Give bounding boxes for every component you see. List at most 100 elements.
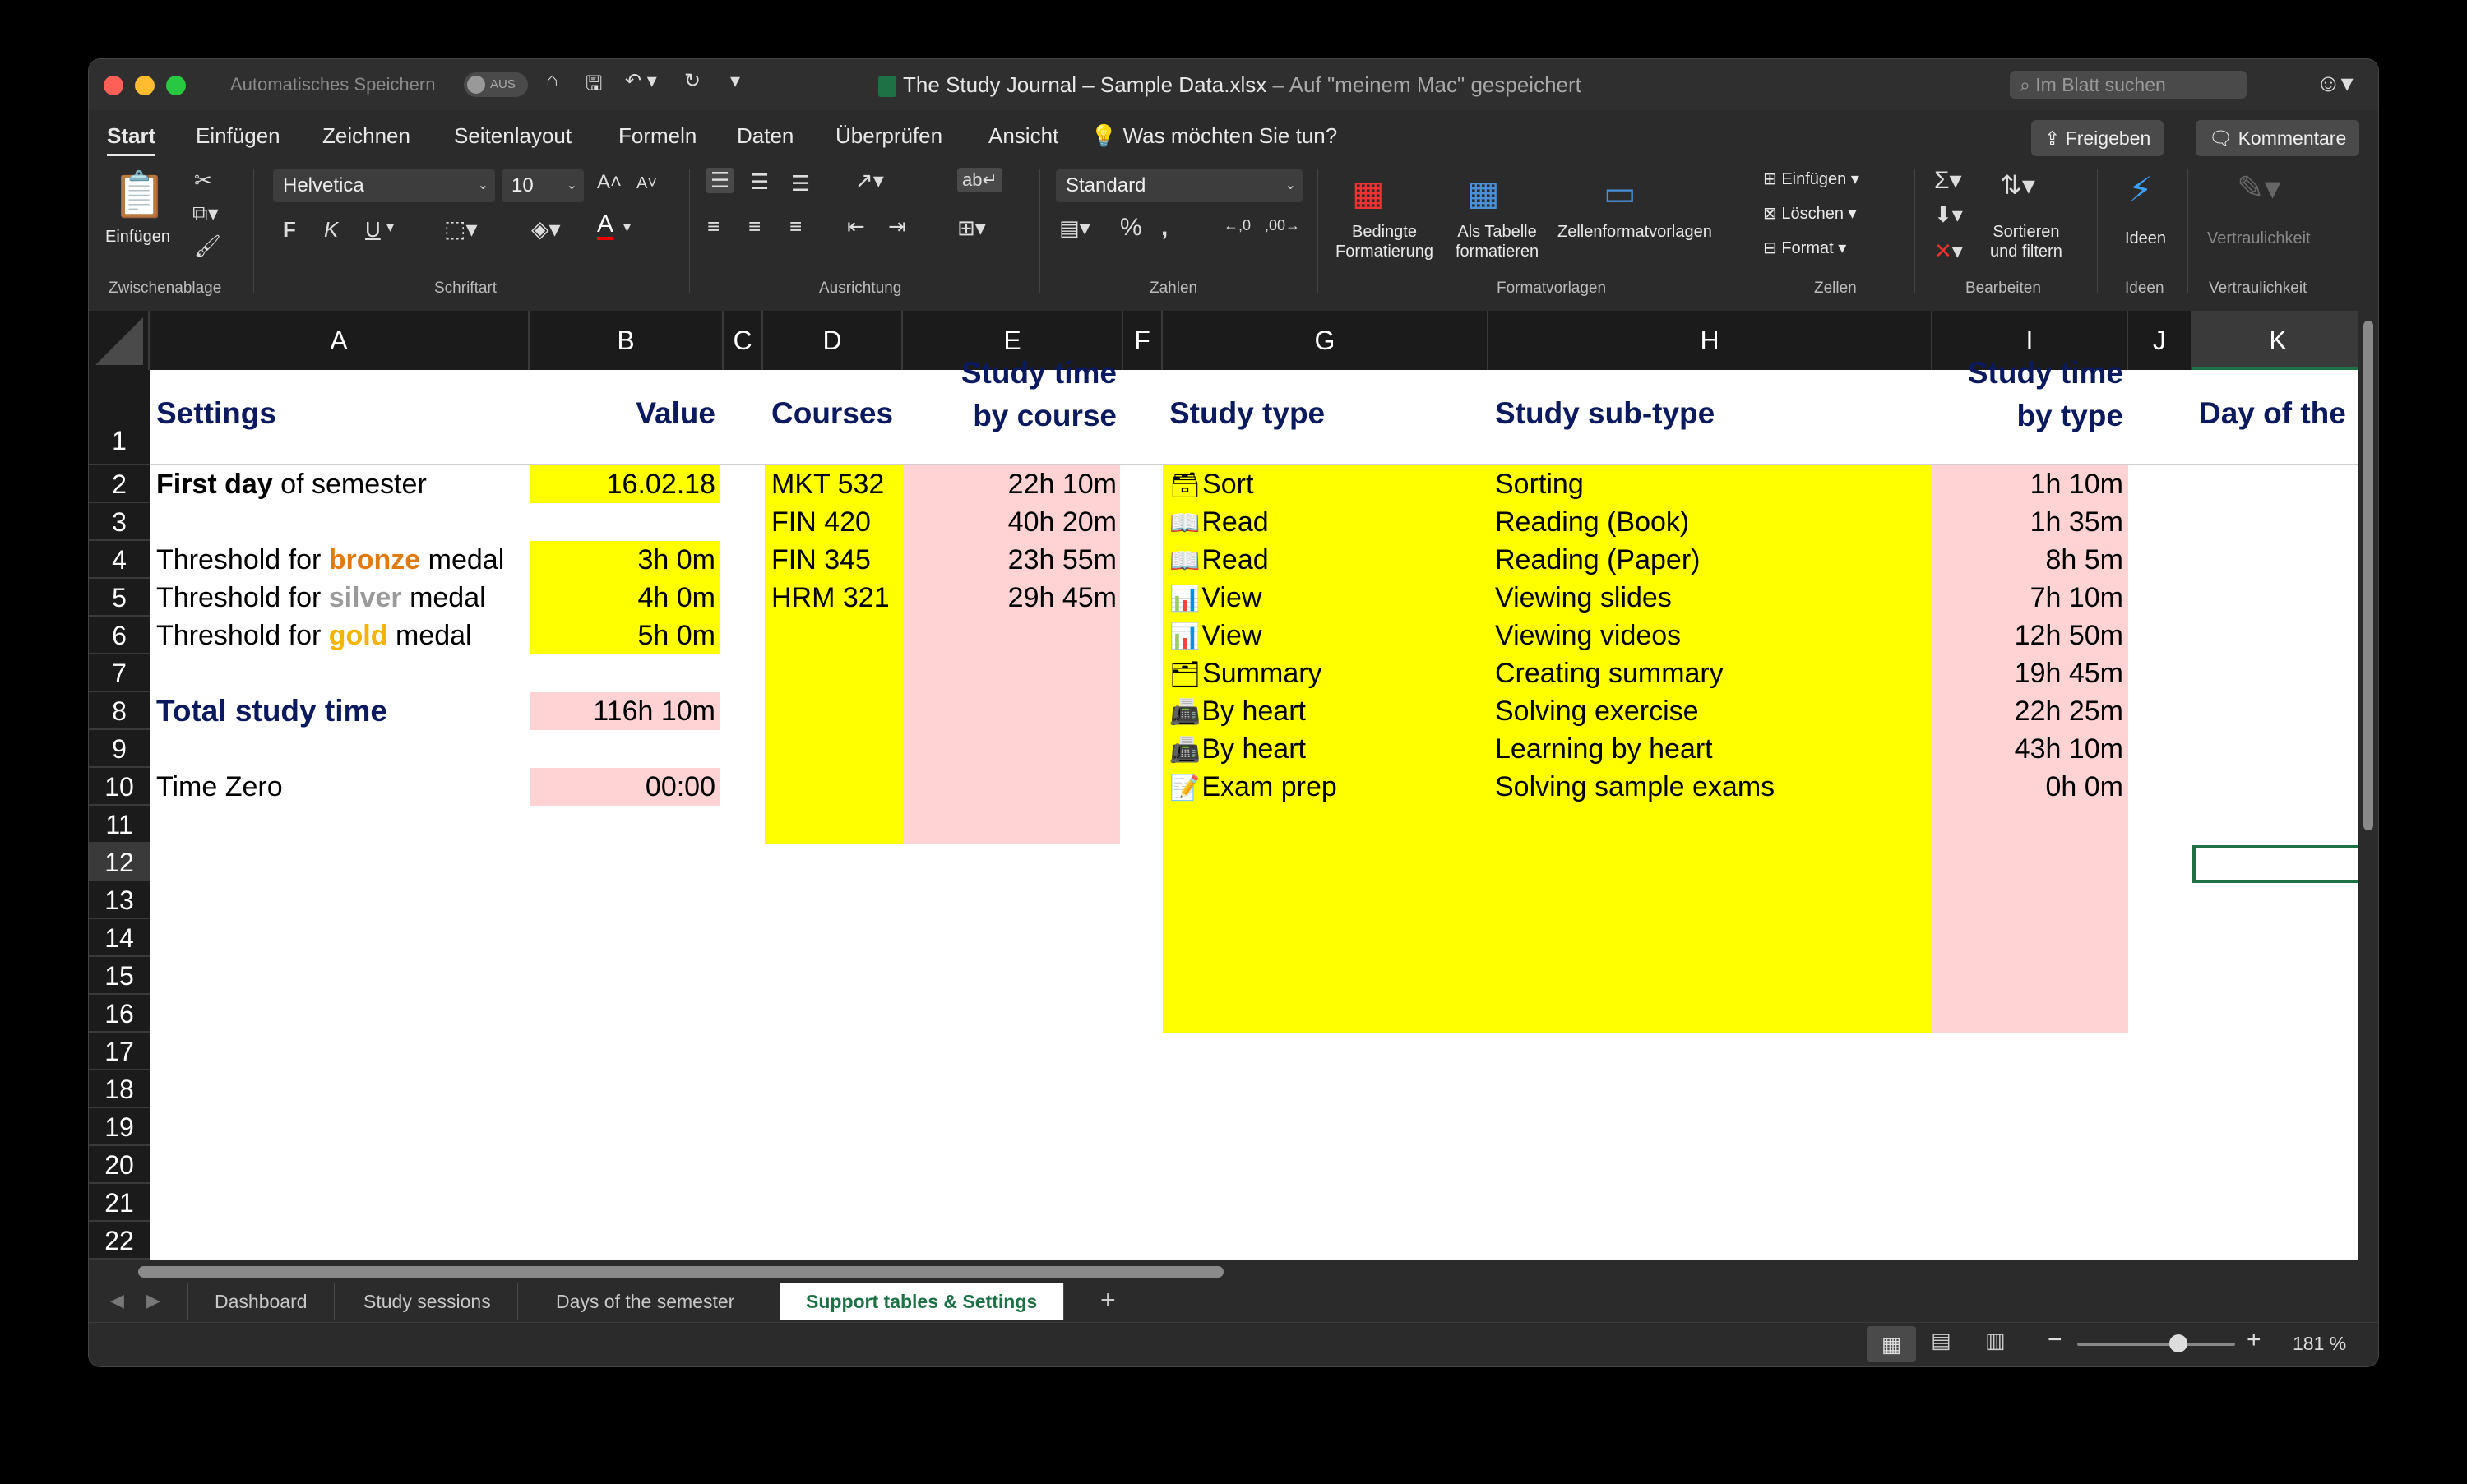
currency-format-icon[interactable]: ▤▾ <box>1059 215 1090 241</box>
study-type-time[interactable]: 43h 10m <box>1932 733 2123 765</box>
study-subtype-cell[interactable]: Solving sample exams <box>1495 771 1775 803</box>
decrease-font-icon[interactable]: A˅ <box>636 174 657 193</box>
bold-button[interactable]: F <box>283 217 296 243</box>
study-subtype-cell[interactable]: Reading (Paper) <box>1495 544 1700 576</box>
course-time[interactable]: 29h 45m <box>903 582 1117 614</box>
normal-view-icon[interactable]: ▦ <box>1867 1326 1916 1362</box>
row-header-13[interactable]: 13 <box>89 881 150 919</box>
row-header-9[interactable]: 9 <box>89 730 150 768</box>
column-header-d[interactable]: D <box>763 311 903 370</box>
study-subtype-cell[interactable]: Viewing slides <box>1495 582 1672 614</box>
study-subtype-cell[interactable]: Creating summary <box>1495 658 1724 690</box>
format-as-table-button[interactable]: Als Tabelle formatieren <box>1456 222 1539 261</box>
previous-sheet-icon[interactable]: ◀ <box>110 1290 124 1311</box>
add-sheet-icon[interactable]: + <box>1100 1285 1116 1315</box>
chevron-down-icon[interactable]: ▾ <box>386 219 394 236</box>
align-right-icon[interactable]: ≡ <box>789 214 802 239</box>
fill-icon[interactable]: ⬇▾ <box>1934 202 1963 228</box>
tab-seitenlayout[interactable]: Seitenlayout <box>454 123 572 149</box>
course-code[interactable]: MKT 532 <box>771 469 884 501</box>
total-study-time-value[interactable]: 116h 10m <box>530 696 715 728</box>
wrap-text-icon[interactable]: ab↵ <box>957 168 1002 192</box>
font-size-select[interactable]: 10 ⌄ <box>502 169 584 202</box>
align-bottom-icon[interactable]: ☰ <box>791 171 810 196</box>
increase-font-icon[interactable]: A˄ <box>597 171 622 194</box>
zoom-slider[interactable] <box>2077 1334 2235 1352</box>
borders-icon[interactable]: ⬚▾ <box>444 215 478 243</box>
row-header-19[interactable]: 19 <box>89 1108 150 1146</box>
row-header-15[interactable]: 15 <box>89 957 150 995</box>
comments-button[interactable]: 🗨 Kommentare <box>2196 120 2360 156</box>
orientation-icon[interactable]: ↗▾ <box>855 168 884 193</box>
spreadsheet-grid[interactable]: A B C D E F G H I J K 1 2 3 4 5 6 7 8 9 … <box>89 311 2358 1260</box>
format-as-table-icon[interactable]: ▦ <box>1467 173 1500 213</box>
ideas-button[interactable]: Ideen <box>2125 229 2166 248</box>
sheet-tab-days-of-semester[interactable]: Days of the semester <box>530 1283 762 1320</box>
sensitivity-button[interactable]: Vertraulichkeit <box>2207 229 2311 248</box>
merge-cells-icon[interactable]: ⊞▾ <box>957 215 986 241</box>
zoom-in-icon[interactable]: + <box>2247 1326 2261 1354</box>
zoom-out-icon[interactable]: − <box>2048 1326 2062 1354</box>
tab-einfuegen[interactable]: Einfügen <box>196 123 280 149</box>
row-header-18[interactable]: 18 <box>89 1070 150 1108</box>
customize-toolbar-icon[interactable]: ▾ <box>730 69 740 93</box>
column-header-g[interactable]: G <box>1163 311 1488 370</box>
study-type-cell[interactable]: 📠By heart <box>1169 733 1306 765</box>
study-type-cell[interactable]: 📝Exam prep <box>1169 771 1337 803</box>
column-header-c[interactable]: C <box>724 311 763 370</box>
column-header-f[interactable]: F <box>1123 311 1163 370</box>
study-type-time[interactable]: 0h 0m <box>1932 771 2124 803</box>
course-code[interactable]: HRM 321 <box>771 582 890 614</box>
row-header-14[interactable]: 14 <box>89 919 150 957</box>
percent-icon[interactable]: % <box>1120 214 1142 242</box>
decrease-indent-icon[interactable]: ⇤ <box>847 214 865 239</box>
study-type-cell[interactable]: 📖Read <box>1169 506 1269 539</box>
time-zero-value[interactable]: 00:00 <box>530 771 715 803</box>
align-left-icon[interactable]: ≡ <box>707 214 720 239</box>
insert-cells-button[interactable]: ⊞ Einfügen ▾ <box>1763 169 1859 189</box>
cell-styles-button[interactable]: Zellenformatvorlagen <box>1557 222 1712 242</box>
row-header-3[interactable]: 3 <box>89 503 150 541</box>
course-code[interactable]: FIN 345 <box>771 544 871 576</box>
align-middle-icon[interactable]: ☰ <box>750 169 769 195</box>
fill-color-icon[interactable]: ◈▾ <box>531 215 561 243</box>
decrease-decimal-icon[interactable]: ,00→ <box>1265 217 1300 234</box>
clear-icon[interactable]: ✕▾ <box>1934 238 1963 264</box>
row-header-10[interactable]: 10 <box>89 768 150 806</box>
tab-daten[interactable]: Daten <box>737 123 794 149</box>
row-header-20[interactable]: 20 <box>89 1146 150 1184</box>
font-color-icon[interactable]: A <box>597 212 614 240</box>
row-header-16[interactable]: 16 <box>89 995 150 1033</box>
sort-filter-icon[interactable]: ⇅▾ <box>2000 169 2035 201</box>
row-header-5[interactable]: 5 <box>89 579 150 617</box>
tab-formeln[interactable]: Formeln <box>618 123 697 149</box>
close-window-button[interactable] <box>104 76 123 95</box>
home-icon[interactable]: ⌂ <box>546 69 558 92</box>
tab-ansicht[interactable]: Ansicht <box>988 123 1058 149</box>
study-type-time[interactable]: 1h 10m <box>1932 469 2123 501</box>
gold-threshold-value[interactable]: 5h 0m <box>530 620 716 652</box>
sheet-tab-study-sessions[interactable]: Study sessions <box>337 1283 518 1320</box>
ideas-icon[interactable]: ⚡ <box>2128 169 2153 210</box>
page-layout-view-icon[interactable]: ▤ <box>1931 1328 1951 1353</box>
maximize-window-button[interactable] <box>166 76 186 95</box>
study-type-time[interactable]: 1h 35m <box>1932 506 2123 539</box>
row-header-1[interactable]: 1 <box>89 370 150 465</box>
zoom-slider-thumb[interactable] <box>2169 1334 2187 1352</box>
save-icon[interactable]: 🖫 <box>586 69 602 103</box>
column-header-b[interactable]: B <box>530 311 724 370</box>
row-header-12[interactable]: 12 <box>89 844 150 881</box>
study-subtype-cell[interactable]: Solving exercise <box>1495 696 1699 728</box>
cell-styles-icon[interactable]: ▭ <box>1604 173 1636 213</box>
course-time[interactable]: 40h 20m <box>903 506 1117 539</box>
sheet-tab-dashboard[interactable]: Dashboard <box>187 1283 335 1320</box>
paste-button[interactable]: Einfügen <box>105 227 170 247</box>
horizontal-scrollbar[interactable] <box>89 1260 2378 1283</box>
study-type-time[interactable]: 7h 10m <box>1932 582 2123 614</box>
column-header-k[interactable]: K <box>2192 311 2358 370</box>
row-header-11[interactable]: 11 <box>89 806 150 844</box>
increase-indent-icon[interactable]: ⇥ <box>888 214 906 239</box>
underline-button[interactable]: U <box>365 217 381 243</box>
undo-icon[interactable]: ↶ ▾ <box>625 69 657 93</box>
study-type-cell[interactable]: 📖Read <box>1169 544 1269 576</box>
